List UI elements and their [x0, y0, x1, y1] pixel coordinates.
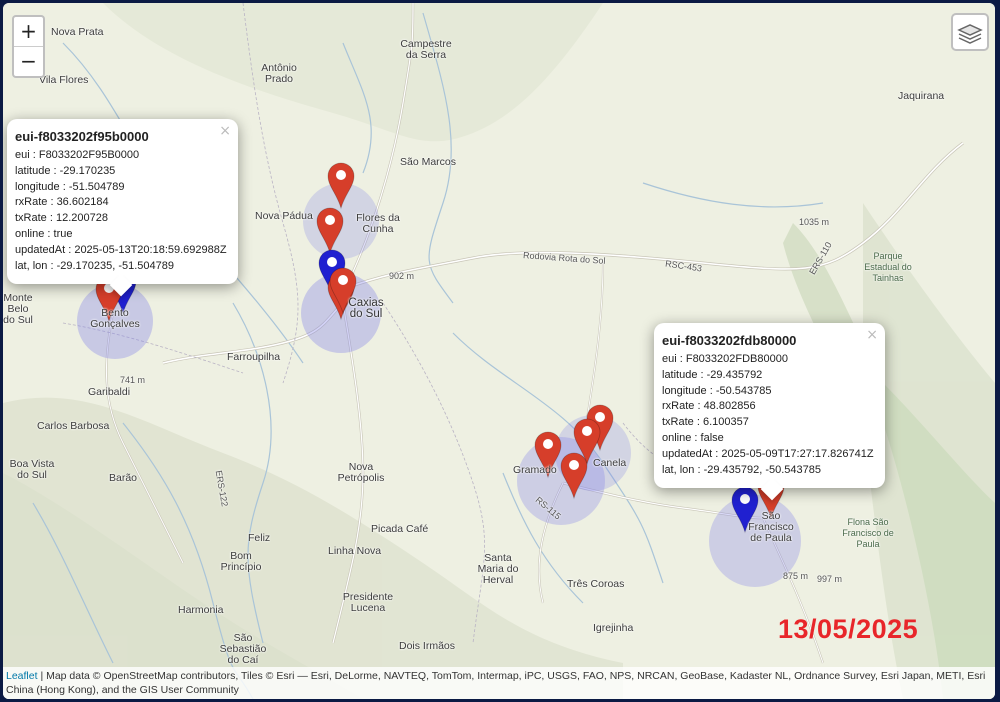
- place-label: Farroupilha: [227, 351, 281, 363]
- place-label: Garibaldi: [88, 386, 131, 398]
- popup-title: eui-f8033202f95b0000: [15, 129, 149, 144]
- popup-title: eui-f8033202fdb80000: [662, 333, 797, 348]
- popup-row: txRate : 6.100357: [662, 416, 749, 429]
- marker-popup: × eui-f8033202fdb80000 eui : F8033202FDB…: [654, 323, 885, 501]
- popup-row: updatedAt : 2025-05-09T17:27:17.826741Z: [662, 447, 874, 460]
- elevation-label: 997 m: [817, 574, 843, 584]
- popup-row: online : false: [662, 431, 724, 444]
- zoom-control: + −: [12, 15, 45, 78]
- place-label: Santa Maria do Herval: [477, 552, 519, 586]
- date-stamp: 13/05/2025: [778, 614, 919, 644]
- popup-row: longitude : -51.504789: [15, 180, 125, 193]
- place-label: Dois Irmãos: [399, 640, 456, 652]
- place-label: Flona São Francisco de Paula: [842, 517, 894, 549]
- map-frame: Nova Prata Campestre da Serra Antônio Pr…: [3, 3, 995, 699]
- place-label: Nova Prata: [51, 26, 104, 38]
- elevation-label: 1035 m: [799, 217, 830, 227]
- popup-row: eui : F8033202F95B0000: [15, 149, 140, 161]
- place-label: Bom Princípio: [220, 550, 262, 573]
- place-label: Igrejinha: [593, 622, 634, 634]
- popup-row: updatedAt : 2025-05-13T20:18:59.692988Z: [15, 243, 227, 256]
- attribution-text: | Map data © OpenStreetMap contributors,…: [6, 670, 986, 696]
- place-label: Vila Flores: [39, 74, 89, 86]
- popup-row: rxRate : 48.802856: [662, 400, 756, 413]
- place-label: Bento Gonçalves: [90, 307, 140, 330]
- marker-popup: × eui-f8033202f95b0000 eui : F8033202F95…: [7, 119, 238, 297]
- attribution-bar: Leaflet | Map data © OpenStreetMap contr…: [3, 667, 995, 699]
- place-label: Picada Café: [371, 523, 429, 535]
- popup-close-button[interactable]: ×: [219, 123, 231, 139]
- place-label: Carlos Barbosa: [37, 420, 110, 432]
- popup-row: txRate : 12.200728: [15, 212, 108, 225]
- elevation-label: 875 m: [783, 571, 809, 581]
- place-label: Feliz: [248, 532, 271, 544]
- place-label: Nova Petrópolis: [337, 461, 385, 484]
- elevation-label: 902 m: [389, 271, 415, 281]
- place-label: Presidente Lucena: [342, 591, 394, 614]
- place-label: Nova Pádua: [255, 210, 313, 222]
- popup-row: rxRate : 36.602184: [15, 196, 109, 209]
- layers-button[interactable]: [951, 13, 989, 51]
- place-label: Boa Vista do Sul: [9, 458, 55, 481]
- popup-row: latitude : -29.170235: [15, 164, 116, 177]
- popup-row: lat, lon : -29.435792, -50.543785: [662, 463, 822, 476]
- place-label: Linha Nova: [328, 545, 382, 557]
- place-label: Parque Estadual do Tainhas: [864, 251, 912, 283]
- popup-row: latitude : -29.435792: [662, 368, 763, 381]
- place-label: Gramado: [513, 464, 557, 476]
- place-label: Jaquirana: [898, 90, 945, 102]
- popup-row: longitude : -50.543785: [662, 384, 772, 397]
- place-label: Canela: [593, 457, 627, 469]
- layers-icon: [957, 24, 983, 44]
- place-label: Flores da Cunha: [356, 212, 400, 235]
- place-label: Caxias do Sul: [348, 297, 384, 320]
- place-label: Harmonia: [178, 604, 224, 616]
- place-label: São Marcos: [400, 156, 457, 168]
- popup-row: lat, lon : -29.170235, -51.504789: [15, 259, 175, 272]
- place-label: Campestre da Serra: [400, 38, 452, 61]
- elevation-label: 741 m: [120, 375, 146, 385]
- place-label: São Sebastião do Caí: [219, 632, 267, 666]
- popup-row: eui : F8033202FDB80000: [662, 353, 788, 365]
- place-label: Antônio Prado: [261, 62, 297, 85]
- place-label: São Francisco de Paula: [748, 510, 794, 544]
- place-label: Três Coroas: [567, 578, 625, 590]
- place-label: Barão: [109, 472, 138, 484]
- popup-close-button[interactable]: ×: [866, 327, 878, 343]
- place-label: Monte Belo do Sul: [3, 292, 33, 326]
- zoom-in-button[interactable]: +: [14, 17, 43, 47]
- popup-row: online : true: [15, 227, 73, 240]
- leaflet-link[interactable]: Leaflet: [6, 670, 38, 682]
- zoom-out-button[interactable]: −: [14, 47, 43, 76]
